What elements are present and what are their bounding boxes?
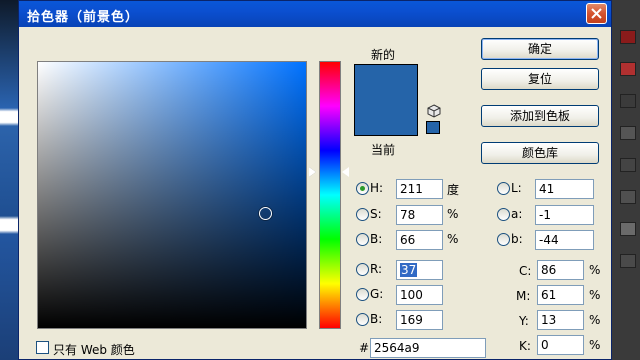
saturation-radio[interactable] [356, 208, 369, 221]
hue-slider-right-arrow[interactable] [342, 167, 349, 177]
color-picker-dialog: 拾色器（前景色） 新的 当前 确定 复位 添加到色板 颜色库 H: 211 度 … [18, 0, 612, 360]
hue-slider[interactable] [319, 61, 341, 329]
background-app-panel [612, 0, 640, 360]
hue-radio[interactable] [356, 182, 369, 195]
close-icon [591, 8, 602, 19]
lab-l-input[interactable]: 41 [535, 179, 594, 199]
bg-swatch [620, 126, 636, 140]
blue-radio[interactable] [356, 313, 369, 326]
hue-input[interactable]: 211 [396, 179, 443, 199]
magenta-label: M: [516, 289, 531, 303]
hex-input[interactable]: 2564a9 [370, 338, 486, 358]
new-color-label: 新的 [371, 48, 396, 62]
magenta-input[interactable]: 61 [537, 285, 584, 305]
red-input[interactable]: 37 [396, 260, 443, 280]
saturation-unit: % [447, 207, 459, 221]
brightness-input[interactable]: 66 [396, 230, 443, 250]
bg-swatch [620, 94, 636, 108]
bg-swatch [620, 62, 636, 76]
add-to-swatches-button[interactable]: 添加到色板 [481, 105, 599, 127]
yellow-input[interactable]: 13 [537, 310, 584, 330]
reset-button[interactable]: 复位 [481, 68, 599, 90]
close-button[interactable] [586, 3, 607, 24]
lab-b-radio[interactable] [497, 233, 510, 246]
brightness-unit: % [447, 232, 459, 246]
red-radio[interactable] [356, 263, 369, 276]
yellow-label: Y: [519, 314, 529, 328]
lab-a-label: a: [511, 207, 523, 221]
bg-swatch [620, 158, 636, 172]
lab-a-radio[interactable] [497, 208, 510, 221]
lab-l-radio[interactable] [497, 182, 510, 195]
black-unit: % [589, 338, 601, 352]
bg-swatch [620, 222, 636, 236]
hex-label: # [359, 341, 370, 355]
lab-l-label: L: [511, 181, 522, 195]
dialog-title: 拾色器（前景色） [27, 10, 140, 25]
blue-label: B: [370, 312, 383, 326]
cyan-input[interactable]: 86 [537, 260, 584, 280]
bg-swatch [620, 30, 636, 44]
lab-b-input[interactable]: -44 [535, 230, 594, 250]
magenta-unit: % [589, 288, 601, 302]
ok-button[interactable]: 确定 [481, 38, 599, 60]
bg-swatch [620, 190, 636, 204]
lab-b-label: b: [511, 232, 523, 246]
yellow-unit: % [589, 313, 601, 327]
web-colors-only-checkbox[interactable] [36, 341, 49, 354]
hue-unit: 度 [447, 183, 460, 197]
brightness-radio[interactable] [356, 233, 369, 246]
black-input[interactable]: 0 [537, 335, 584, 355]
saturation-input[interactable]: 78 [396, 205, 443, 225]
current-color-label: 当前 [371, 143, 396, 157]
red-input-value: 37 [400, 263, 418, 277]
green-input[interactable]: 100 [396, 285, 443, 305]
web-colors-only-label: 只有 Web 颜色 [53, 343, 135, 357]
green-label: G: [370, 287, 384, 301]
web-safe-swatch[interactable] [426, 121, 440, 134]
title-bar[interactable]: 拾色器（前景色） [19, 1, 611, 27]
cyan-unit: % [589, 263, 601, 277]
hue-slider-left-arrow[interactable] [309, 167, 316, 177]
color-field[interactable] [37, 61, 307, 329]
cyan-label: C: [519, 264, 532, 278]
bg-swatch [620, 254, 636, 268]
green-radio[interactable] [356, 288, 369, 301]
red-label: R: [370, 262, 383, 276]
color-libraries-button[interactable]: 颜色库 [481, 142, 599, 164]
blue-input[interactable]: 169 [396, 310, 443, 330]
black-label: K: [519, 339, 531, 353]
out-of-gamut-cube-icon[interactable] [427, 104, 441, 118]
lab-a-input[interactable]: -1 [535, 205, 594, 225]
hue-label: H: [370, 181, 384, 195]
brightness-label: B: [370, 232, 383, 246]
color-field-cursor[interactable] [259, 207, 272, 220]
saturation-label: S: [370, 207, 382, 221]
new-current-swatch [354, 64, 418, 136]
